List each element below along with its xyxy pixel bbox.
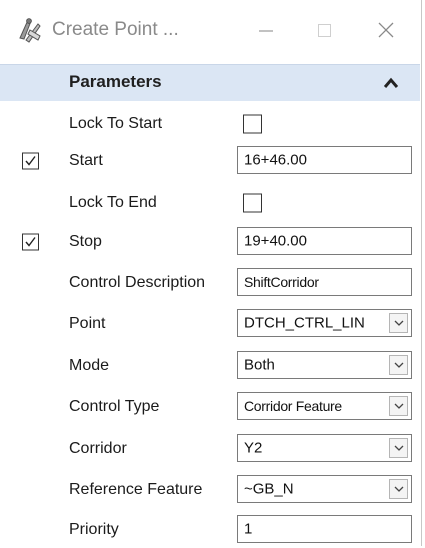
priority-input[interactable]: 1 — [237, 515, 412, 543]
control-type-value: Corridor Feature — [244, 398, 342, 414]
mode-dropdown[interactable]: Both — [237, 351, 412, 379]
row-point: Point DTCH_CTRL_LIN — [0, 306, 421, 342]
control-type-label: Control Type — [69, 398, 160, 415]
control-type-dropdown-button[interactable] — [389, 396, 408, 416]
point-label: Point — [69, 315, 106, 332]
row-stop: Stop 19+40.00 — [0, 224, 421, 260]
mode-dropdown-button[interactable] — [389, 355, 408, 375]
row-corridor: Corridor Y2 — [0, 431, 421, 467]
row-lock-to-start: Lock To Start — [0, 106, 421, 142]
chevron-up-icon[interactable] — [383, 76, 399, 88]
lock-to-start-label: Lock To Start — [69, 115, 163, 132]
corridor-dropdown-button[interactable] — [389, 438, 408, 458]
reference-feature-value: ~GB_N — [244, 480, 294, 498]
row-reference-feature: Reference Feature ~GB_N — [0, 472, 421, 508]
corridor-dropdown[interactable]: Y2 — [237, 434, 412, 462]
priority-label: Priority — [69, 521, 119, 538]
chevron-down-icon — [394, 362, 404, 368]
window-title: Create Point ... — [52, 19, 179, 40]
mode-value: Both — [244, 356, 275, 374]
minimize-button[interactable] — [246, 14, 286, 48]
start-value: 16+46.00 — [244, 151, 307, 169]
reference-feature-label: Reference Feature — [69, 481, 203, 498]
control-type-dropdown[interactable]: Corridor Feature — [237, 392, 412, 420]
minimize-icon — [246, 14, 286, 48]
row-mode: Mode Both — [0, 348, 421, 384]
chevron-down-icon — [394, 320, 404, 326]
reference-feature-dropdown[interactable]: ~GB_N — [237, 475, 412, 503]
point-dropdown[interactable]: DTCH_CTRL_LIN — [237, 309, 412, 337]
title-bar[interactable]: Create Point ... — [0, 0, 421, 64]
stop-label: Stop — [69, 233, 102, 250]
lock-to-start-checkbox[interactable] — [243, 114, 262, 134]
stop-enable-checkbox[interactable] — [22, 233, 39, 251]
row-control-description: Control Description ShiftCorridor — [0, 265, 421, 301]
point-dropdown-button[interactable] — [389, 313, 408, 333]
stop-value: 19+40.00 — [244, 232, 307, 250]
parameters-title: Parameters — [69, 72, 162, 91]
start-label: Start — [69, 152, 103, 169]
stop-input[interactable]: 19+40.00 — [237, 227, 412, 255]
lock-to-end-label: Lock To End — [69, 194, 157, 211]
lock-to-end-checkbox[interactable] — [243, 193, 262, 213]
chevron-down-icon — [394, 403, 404, 409]
rulers-compass-icon — [16, 16, 44, 44]
control-description-input[interactable]: ShiftCorridor — [237, 268, 412, 296]
maximize-button[interactable] — [305, 14, 345, 48]
corridor-value: Y2 — [244, 439, 263, 457]
control-description-value: ShiftCorridor — [244, 274, 319, 290]
mode-label: Mode — [69, 357, 110, 374]
create-point-window: Create Point ... Parameters Lock To Star… — [0, 0, 422, 546]
chevron-down-icon — [394, 445, 404, 451]
row-start: Start 16+46.00 — [0, 143, 421, 179]
row-control-type: Control Type Corridor Feature — [0, 389, 421, 425]
reference-feature-dropdown-button[interactable] — [389, 479, 408, 499]
priority-value: 1 — [244, 520, 253, 538]
row-priority: Priority 1 — [0, 512, 421, 548]
maximize-icon — [305, 14, 345, 48]
close-button[interactable] — [366, 14, 406, 48]
start-input[interactable]: 16+46.00 — [237, 146, 412, 174]
control-description-label: Control Description — [69, 274, 206, 291]
chevron-down-icon — [394, 486, 404, 492]
point-value: DTCH_CTRL_LIN — [244, 314, 365, 332]
close-icon — [366, 14, 406, 48]
corridor-label: Corridor — [69, 440, 127, 457]
parameters-header[interactable]: Parameters — [0, 64, 420, 101]
start-enable-checkbox[interactable] — [22, 152, 39, 170]
row-lock-to-end: Lock To End — [0, 185, 421, 221]
